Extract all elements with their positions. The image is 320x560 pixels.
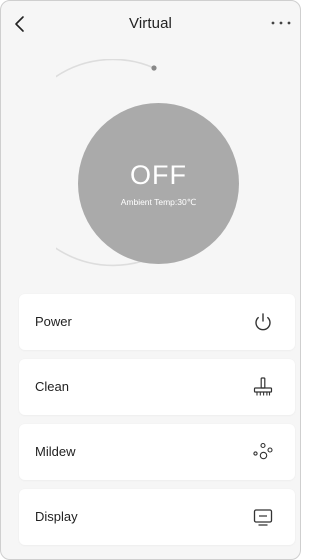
power-state-text: OFF — [130, 160, 187, 191]
more-horizontal-icon — [271, 21, 291, 25]
display-icon — [253, 509, 273, 526]
page-title: Virtual — [129, 15, 172, 32]
mildew-control[interactable]: Mildew — [19, 424, 295, 480]
clean-label: Clean — [35, 379, 69, 394]
power-label: Power — [35, 314, 72, 329]
display-control[interactable]: Display — [19, 489, 295, 545]
bubbles-icon — [253, 442, 273, 460]
device-panel: Virtual OFF Ambient Temp:30℃ Power Clean… — [0, 0, 301, 560]
chevron-left-icon — [15, 16, 24, 32]
display-label: Display — [35, 509, 78, 524]
more-button[interactable] — [268, 13, 294, 33]
power-icon — [255, 313, 271, 331]
brush-icon — [253, 377, 273, 396]
back-button[interactable] — [9, 12, 31, 36]
ambient-temperature: Ambient Temp:30℃ — [120, 197, 197, 208]
dial-handle-top[interactable] — [151, 65, 157, 71]
power-control[interactable]: Power — [19, 294, 295, 350]
mildew-label: Mildew — [35, 444, 76, 459]
power-state-circle[interactable]: OFF Ambient Temp:30℃ — [78, 103, 239, 264]
temperature-dial: OFF Ambient Temp:30℃ — [56, 59, 266, 269]
top-bar: Virtual — [1, 1, 300, 49]
clean-control[interactable]: Clean — [19, 359, 295, 415]
